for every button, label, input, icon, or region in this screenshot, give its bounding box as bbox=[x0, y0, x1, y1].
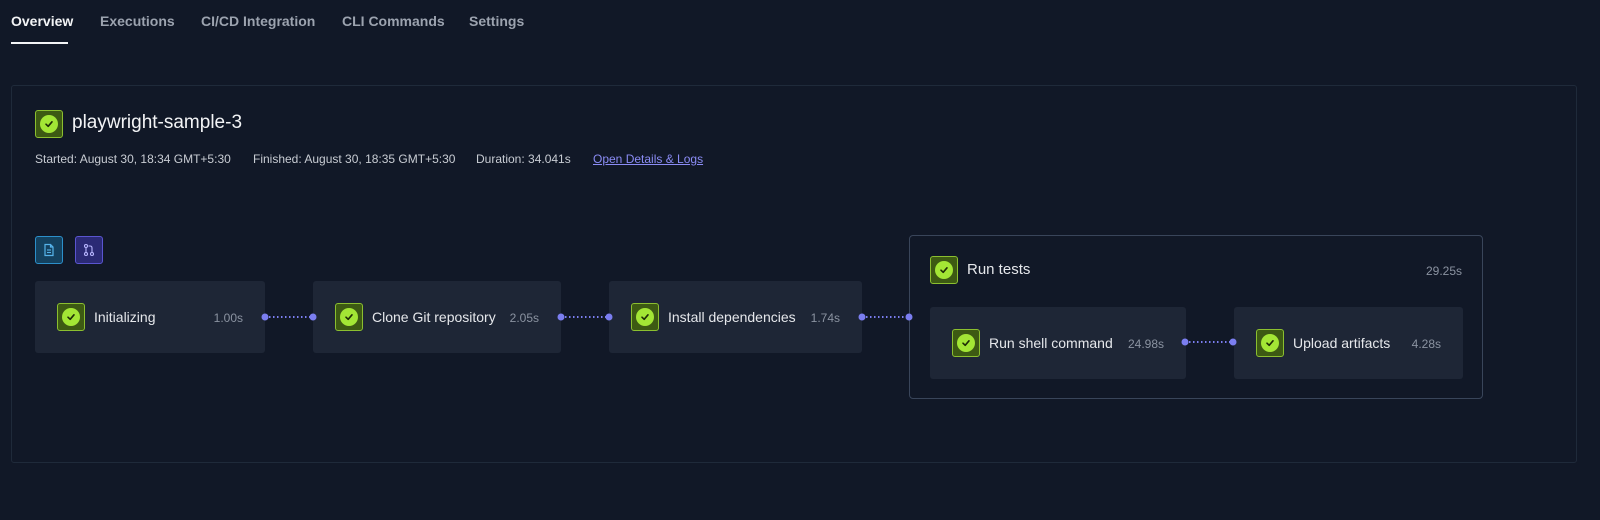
tab-overview[interactable]: Overview bbox=[11, 13, 73, 29]
tab-cicd-integration[interactable]: CI/CD Integration bbox=[201, 13, 315, 29]
step-install-dependencies[interactable]: Install dependencies 1.74s bbox=[609, 281, 862, 353]
group-duration: 29.25s bbox=[1425, 264, 1462, 278]
check-icon bbox=[345, 314, 353, 321]
check-icon bbox=[641, 314, 649, 321]
check-icon bbox=[940, 267, 948, 274]
step-initializing[interactable]: Initializing 1.00s bbox=[35, 281, 265, 353]
open-details-logs-link[interactable]: Open Details & Logs bbox=[593, 152, 703, 166]
step-label: Upload artifacts bbox=[1293, 335, 1391, 351]
step-duration: 1.00s bbox=[213, 311, 243, 325]
group-label: Run tests bbox=[967, 261, 1031, 278]
active-tab-indicator bbox=[11, 42, 68, 44]
step-duration: 24.98s bbox=[1127, 337, 1164, 351]
step-label: Install dependencies bbox=[668, 309, 796, 325]
step-upload-artifacts[interactable]: Upload artifacts 4.28s bbox=[1234, 307, 1463, 379]
finished-time: Finished: August 30, 18:35 GMT+5:30 bbox=[253, 152, 456, 166]
step-duration: 4.28s bbox=[1411, 337, 1441, 351]
step-duration: 2.05s bbox=[509, 311, 539, 325]
check-icon bbox=[1266, 340, 1274, 347]
step-status-icon bbox=[952, 329, 980, 357]
group-status-icon bbox=[930, 256, 958, 284]
tab-bar: Overview Executions CI/CD Integration CL… bbox=[0, 0, 1600, 46]
git-source-button[interactable] bbox=[75, 236, 103, 264]
step-status-icon bbox=[335, 303, 363, 331]
step-label: Run shell command bbox=[989, 335, 1113, 351]
step-status-icon bbox=[57, 303, 85, 331]
workflow-duration: Duration: 34.041s bbox=[476, 152, 571, 166]
step-status-icon bbox=[1256, 329, 1284, 357]
step-duration: 1.74s bbox=[810, 311, 840, 325]
tab-cli-commands[interactable]: CLI Commands bbox=[342, 13, 445, 29]
step-clone-git-repository[interactable]: Clone Git repository 2.05s bbox=[313, 281, 561, 353]
check-icon bbox=[962, 340, 970, 347]
step-label: Initializing bbox=[94, 309, 156, 325]
step-status-icon bbox=[631, 303, 659, 331]
document-icon bbox=[44, 243, 54, 257]
check-icon bbox=[67, 314, 75, 321]
workflow-status-icon bbox=[35, 110, 63, 138]
step-run-shell-command[interactable]: Run shell command 24.98s bbox=[930, 307, 1186, 379]
step-label: Clone Git repository bbox=[372, 309, 496, 325]
workflow-title: playwright-sample-3 bbox=[72, 112, 243, 133]
step-group-run-tests[interactable]: Run tests 29.25s Run shell command 24.98… bbox=[909, 235, 1483, 399]
tab-executions[interactable]: Executions bbox=[100, 13, 175, 29]
git-branch-icon bbox=[83, 243, 95, 257]
tab-settings[interactable]: Settings bbox=[469, 13, 524, 29]
check-icon bbox=[45, 121, 53, 128]
definition-button[interactable] bbox=[35, 236, 63, 264]
started-time: Started: August 30, 18:34 GMT+5:30 bbox=[35, 152, 231, 166]
